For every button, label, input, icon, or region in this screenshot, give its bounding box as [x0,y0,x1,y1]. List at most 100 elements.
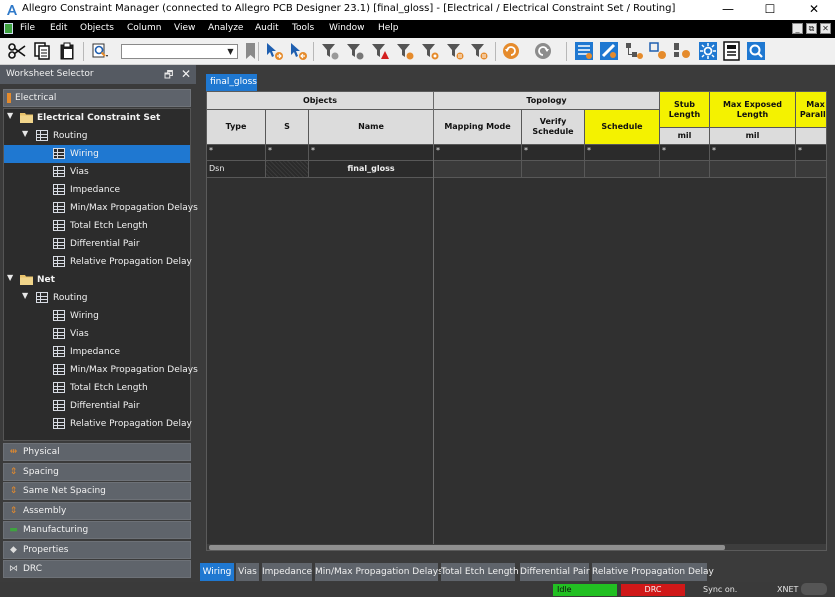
float-panel-icon[interactable]: 🗗 [164,68,173,85]
expand-toggle-icon[interactable]: ▼ [22,291,28,300]
cell-s[interactable] [266,161,309,178]
domain-physical-button[interactable]: ⇹ Physical [3,443,191,461]
filter-errors-icon[interactable] [370,41,390,61]
filter-stub-length[interactable]: * [660,145,710,161]
cell-max-exposed-length[interactable] [710,161,796,178]
menu-tools[interactable]: Tools [292,23,314,33]
filter-schedule[interactable]: * [585,145,660,161]
cell-mapping-mode[interactable] [434,161,522,178]
resize-grip[interactable] [801,583,827,595]
expand-toggle-icon[interactable]: ▼ [7,111,13,120]
menu-edit[interactable]: Edit [50,23,67,33]
cell-verify-schedule[interactable] [522,161,585,178]
scrollbar-thumb[interactable] [209,545,725,550]
tree-item-routing[interactable]: ▼ Routing [4,127,190,145]
cell-name[interactable]: final_gloss [309,161,434,178]
filter-verify-schedule[interactable]: * [522,145,585,161]
search-combo[interactable]: ▼ [121,44,238,59]
mdi-restore-button[interactable]: ⧉ [806,23,817,34]
tab-differential-pair[interactable]: Differential Pair [520,563,590,581]
tree-item-total-etch-length[interactable]: Total Etch Length [4,379,190,397]
tree-item-vias[interactable]: Vias [4,325,190,343]
expand-toggle-icon[interactable]: ▼ [7,273,13,282]
domain-electrical-button[interactable]: Electrical [3,89,191,107]
tree-item-wiring[interactable]: Wiring [4,307,190,325]
cell-max-parallel[interactable] [796,161,826,178]
tab-min-max-propagation-delays[interactable]: Min/Max Propagation Delays [315,563,443,581]
menu-help[interactable]: Help [378,23,399,33]
close-panel-icon[interactable]: ✕ [181,67,191,81]
tree-item-wiring[interactable]: Wiring [4,145,190,163]
menu-column[interactable]: Column [127,23,161,33]
column-header-type[interactable]: Type [207,110,266,145]
cell-stub-length[interactable] [660,161,710,178]
close-window-button[interactable]: ✕ [793,0,835,20]
scissors-icon[interactable] [7,41,27,61]
menu-file[interactable]: File [20,23,35,33]
menu-window[interactable]: Window [329,23,365,33]
tree-item-electrical-constraint-set[interactable]: ▼ Electrical Constraint Set [4,109,190,127]
menu-objects[interactable]: Objects [80,23,114,33]
select-previous-icon[interactable] [288,41,308,61]
cell-schedule[interactable] [585,161,660,178]
undo-icon[interactable] [501,41,521,61]
find-icon[interactable] [90,41,110,61]
domain-manufacturing-button[interactable]: ▬ Manufacturing [3,521,191,539]
filter-s[interactable]: * [266,145,309,161]
tree-item-min-max-propagation-delays[interactable]: Min/Max Propagation Delays [4,361,198,379]
redo-icon[interactable] [533,41,553,61]
filter-net-icon[interactable] [345,41,365,61]
tab-wiring[interactable]: Wiring [200,563,234,581]
hierarchy-icon[interactable] [624,41,644,61]
menu-view[interactable]: View [174,23,195,33]
settings-icon[interactable] [698,41,718,61]
menu-analyze[interactable]: Analyze [208,23,243,33]
filter-max-parallel[interactable]: * [796,145,826,161]
minimize-button[interactable]: — [707,0,749,20]
mdi-close-button[interactable]: ✕ [820,23,831,34]
tree-item-net[interactable]: ▼ Net [4,271,190,289]
mdi-minimize-button[interactable]: _ [792,23,803,34]
filter-type[interactable]: * [207,145,266,161]
analyze-icon[interactable] [599,41,619,61]
column-header-name[interactable]: Name [309,110,434,145]
column-header-max-parallel[interactable]: Max Paralle [796,92,826,128]
horizontal-scrollbar[interactable] [207,544,826,550]
pin-pairs-icon[interactable] [672,41,692,61]
tree-item-relative-propagation-delay[interactable]: Relative Propagation Delay [4,253,192,271]
tree-item-total-etch-length[interactable]: Total Etch Length [4,217,190,235]
column-header-mapping-mode[interactable]: Mapping Mode [434,110,522,145]
domain-properties-button[interactable]: ◆ Properties [3,541,191,559]
domain-assembly-button[interactable]: ⇕ Assembly [3,502,191,520]
net-groups-icon[interactable] [648,41,668,61]
tab-relative-propagation-delay[interactable]: Relative Propagation Delay [592,563,714,581]
domain-spacing-button[interactable]: ⇕ Spacing [3,463,191,481]
filter-name[interactable]: * [309,145,434,161]
filter-warnings-icon[interactable] [395,41,415,61]
filter-icon[interactable] [320,41,340,61]
tab-final-gloss[interactable]: final_gloss [206,74,257,91]
column-header-schedule[interactable]: Schedule [585,110,660,145]
tree-item-min-max-propagation-delays[interactable]: Min/Max Propagation Delays [4,199,198,217]
tab-vias[interactable]: Vias [236,563,259,581]
cell-type[interactable]: Dsn [207,161,266,178]
calculator-icon[interactable] [722,41,742,61]
maximize-button[interactable]: ☐ [749,0,791,20]
worksheet-toggle-icon[interactable] [574,41,594,61]
filter-groups-icon[interactable] [420,41,440,61]
tab-impedance[interactable]: Impedance [262,563,312,581]
column-header-max-exposed-length[interactable]: Max Exposed Length [710,92,796,128]
filter-columns-icon[interactable] [469,41,489,61]
tree-item-differential-pair[interactable]: Differential Pair [4,397,190,415]
filter-max-exposed-length[interactable]: * [710,145,796,161]
tree-item-impedance[interactable]: Impedance [4,181,190,199]
search-icon[interactable] [746,41,766,61]
menu-audit[interactable]: Audit [255,23,279,33]
expand-toggle-icon[interactable]: ▼ [22,129,28,138]
copy-icon[interactable] [32,41,52,61]
paste-icon[interactable] [57,41,77,61]
tree-item-differential-pair[interactable]: Differential Pair [4,235,190,253]
column-header-s[interactable]: S [266,110,309,145]
tree-item-routing[interactable]: ▼ Routing [4,289,190,307]
domain-same-net-spacing-button[interactable]: ⇕ Same Net Spacing [3,482,191,500]
